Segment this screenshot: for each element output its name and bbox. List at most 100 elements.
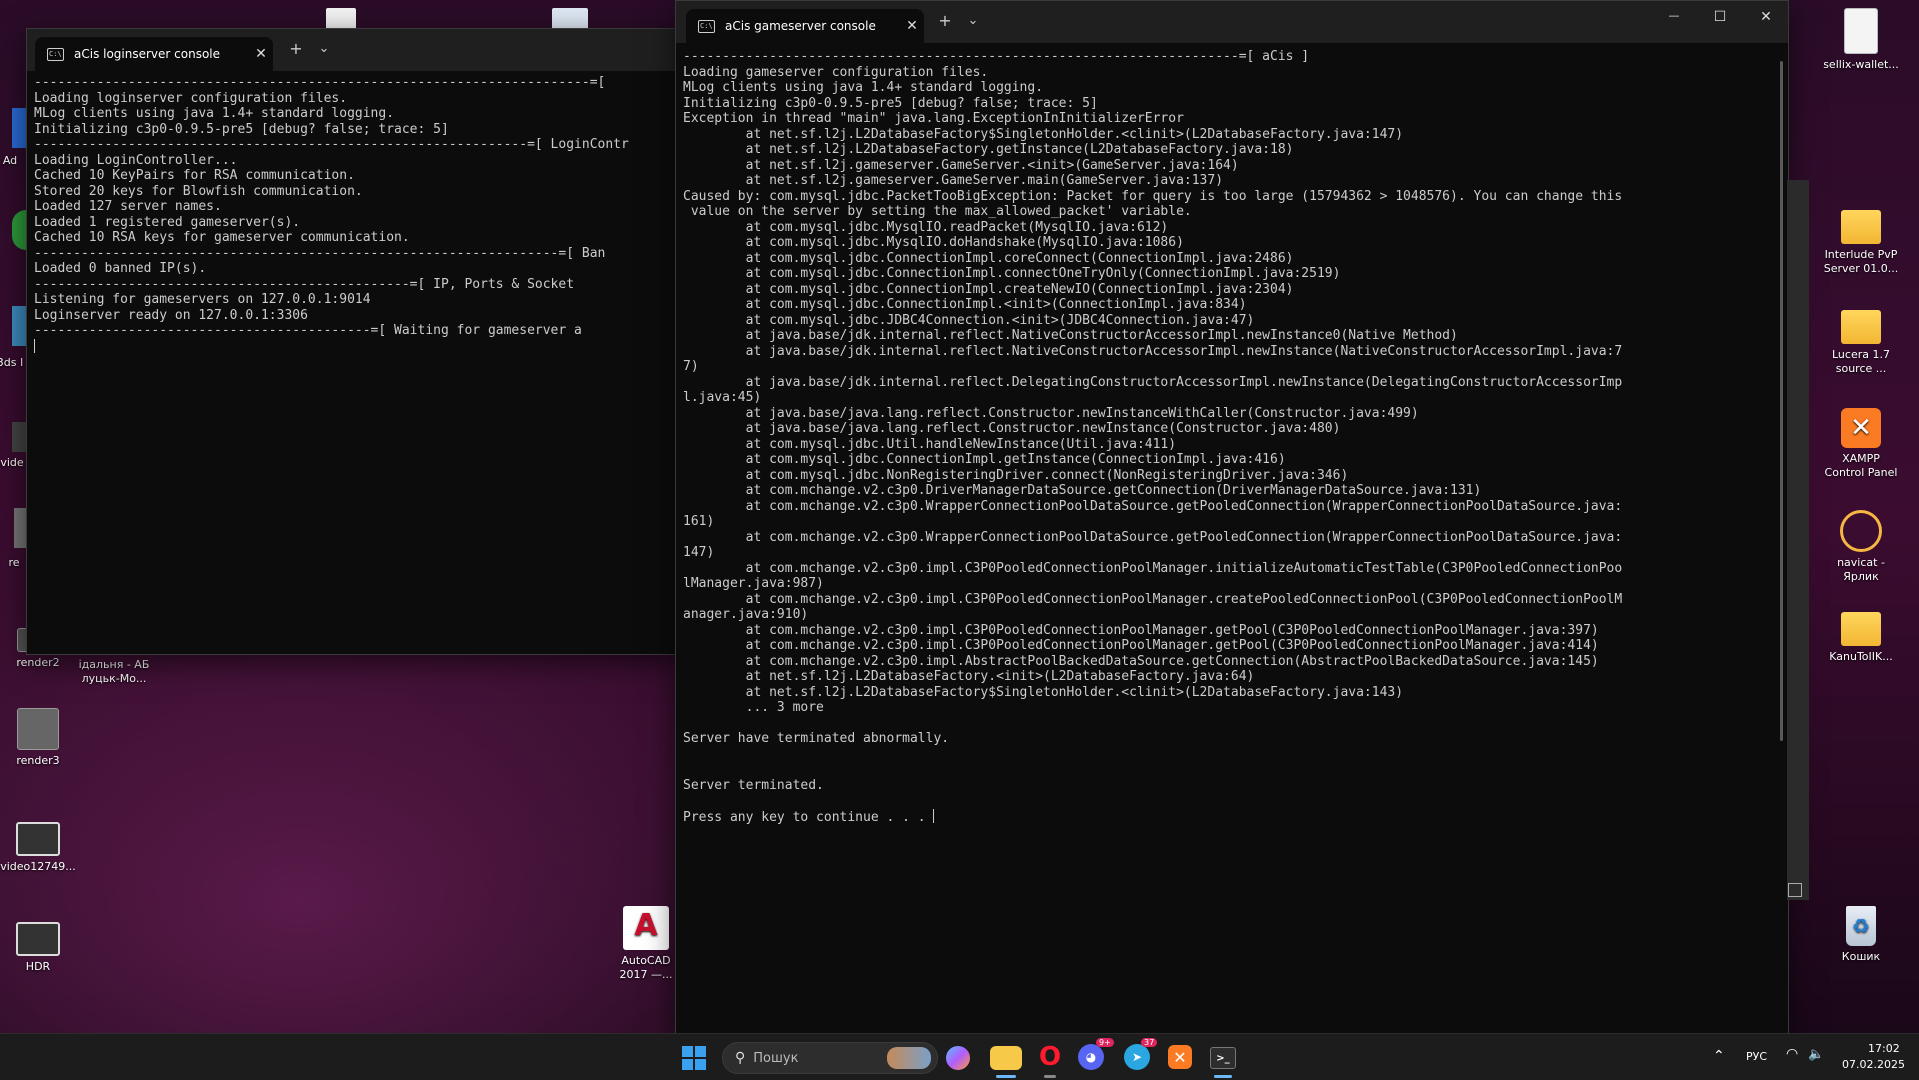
console-line: Loaded 127 server names. — [34, 199, 222, 214]
console-line: at com.mysql.jdbc.MysqlIO.readPacket(Mys… — [683, 219, 1169, 235]
xampp-icon[interactable]: ✕ — [1168, 1045, 1192, 1069]
file-explorer-icon[interactable] — [990, 1046, 1022, 1070]
console-line: MLog clients using java 1.4+ standard lo… — [683, 80, 1044, 95]
desktop-icon-navicat[interactable]: navicat - Ярлик — [1821, 510, 1901, 584]
desktop-icon-recycle-bin[interactable]: ♻ Кошик — [1821, 906, 1901, 964]
desktop-icon-label: Interlude PvP Server 01.0... — [1823, 248, 1899, 275]
tab-loginserver-console[interactable]: C:\ aCis loginserver console ✕ — [35, 37, 273, 71]
discord-icon[interactable]: ◕ — [1078, 1044, 1104, 1070]
tab-dropdown-button[interactable]: ⌄ — [313, 41, 335, 56]
console-line: ----------------------------------------… — [34, 276, 575, 292]
desktop-icon-partial[interactable] — [12, 422, 26, 452]
console-line: Caused by: com.mysql.jdbc.PacketTooBigEx… — [683, 188, 1623, 204]
close-tab-icon[interactable]: ✕ — [249, 46, 273, 62]
document-icon[interactable] — [326, 8, 356, 30]
console-line: 7) — [683, 359, 699, 374]
maximize-button[interactable]: ☐ — [1700, 9, 1740, 25]
folder-icon — [1841, 612, 1881, 646]
console-line: Initializing c3p0-0.9.5-pre5 [debug? fal… — [34, 121, 449, 137]
desktop-icon-lucera[interactable]: Lucera 1.7 source ... — [1821, 310, 1901, 376]
document-icon[interactable] — [552, 8, 588, 30]
scrollbar-thumb[interactable] — [1780, 61, 1783, 741]
gameserver-terminal-window[interactable]: C:\ aCis gameserver console ✕ + ⌄ — ☐ ✕ … — [675, 0, 1789, 1034]
desktop-icon-label: KanuToIIK... — [1829, 650, 1893, 663]
copilot-icon[interactable] — [946, 1046, 970, 1070]
wifi-icon[interactable]: ◠ — [1786, 1046, 1798, 1062]
windows-logo-icon — [695, 1046, 706, 1057]
console-line: Initializing c3p0-0.9.5-pre5 [debug? fal… — [683, 95, 1098, 111]
opera-icon[interactable]: O — [1034, 1041, 1066, 1073]
console-line: Cached 10 KeyPairs for RSA communication… — [34, 168, 355, 183]
telegram-icon[interactable]: ➤ — [1124, 1044, 1150, 1070]
console-line: Loading gameserver configuration files. — [683, 64, 989, 80]
desktop-icon-label: AutoCAD 2017 —... — [619, 954, 673, 981]
desktop-icon-interlude[interactable]: Interlude PvP Server 01.0... — [1821, 210, 1901, 276]
loginserver-terminal-window[interactable]: C:\ aCis loginserver console ✕ + ⌄ -----… — [26, 28, 678, 655]
console-line: value on the server by setting the max_a… — [683, 204, 1192, 219]
language-indicator[interactable]: РУС — [1746, 1050, 1767, 1063]
clock-date[interactable]: 07.02.2025 — [1842, 1058, 1905, 1071]
new-tab-button[interactable]: + — [934, 11, 956, 30]
video-thumbnail-icon — [16, 822, 60, 856]
desktop-icon-label: render3 — [16, 754, 60, 767]
console-line: at java.base/jdk.internal.reflect.Delega… — [683, 374, 1623, 390]
console-line: at com.mysql.jdbc.ConnectionImpl.connect… — [683, 266, 1341, 281]
terminal-output[interactable]: ----------------------------------------… — [683, 49, 1773, 1029]
volume-icon[interactable]: 🔈 — [1808, 1047, 1824, 1062]
console-line: at java.base/jdk.internal.reflect.Native… — [683, 328, 1458, 343]
desktop-icon-kanutoiik[interactable]: KanuToIIK... — [1821, 612, 1901, 664]
autocad-icon: A — [623, 906, 669, 950]
tab-gameserver-console[interactable]: C:\ aCis gameserver console ✕ — [686, 9, 924, 43]
console-line: Listening for gameservers on 127.0.0.1:9… — [34, 292, 371, 307]
desktop-icon-render3[interactable]: render3 — [0, 708, 78, 768]
background-window-control[interactable] — [1788, 883, 1802, 897]
recycle-bin-icon: ♻ — [1846, 906, 1876, 946]
desktop-icon-partial[interactable] — [12, 306, 26, 346]
terminal-output[interactable]: ----------------------------------------… — [34, 75, 674, 649]
console-line: Loaded 0 banned IP(s). — [34, 261, 207, 276]
notification-badge: 37 — [1141, 1038, 1158, 1047]
console-line: Server terminated. — [683, 777, 824, 793]
chevron-up-icon[interactable]: ⌃ — [1713, 1048, 1725, 1064]
active-app-indicator — [996, 1075, 1016, 1078]
close-tab-icon[interactable]: ✕ — [900, 18, 924, 34]
start-button[interactable] — [682, 1046, 706, 1070]
console-line: Stored 20 keys for Blowfish communicatio… — [34, 183, 363, 199]
desktop-icon-partial[interactable] — [14, 508, 26, 548]
desktop-icon-video[interactable]: video12749... — [0, 822, 78, 874]
active-app-indicator — [1214, 1075, 1232, 1078]
console-line: ----------------------------------------… — [34, 245, 606, 261]
desktop-icon-hdr[interactable]: HDR — [0, 922, 78, 974]
desktop-icon-label: XAMPP Control Panel — [1824, 452, 1898, 479]
console-line: at com.mchange.v2.c3p0.impl.C3P0PooledCo… — [683, 591, 1623, 607]
desktop-icon-partial[interactable] — [12, 210, 26, 250]
console-line: at net.sf.l2j.L2DatabaseFactory$Singleto… — [683, 126, 1404, 142]
desktop-icon-partial[interactable] — [12, 108, 26, 148]
console-line: at com.mchange.v2.c3p0.DriverManagerData… — [683, 483, 1482, 498]
new-tab-button[interactable]: + — [285, 39, 307, 58]
desktop-icon-xampp[interactable]: ✕ XAMPP Control Panel — [1821, 408, 1901, 480]
close-window-button[interactable]: ✕ — [1746, 9, 1786, 25]
console-line: lManager.java:987) — [683, 576, 824, 591]
console-line: at com.mchange.v2.c3p0.impl.C3P0PooledCo… — [683, 560, 1623, 576]
minimize-button[interactable]: — — [1654, 9, 1694, 22]
tab-dropdown-button[interactable]: ⌄ — [962, 13, 984, 28]
background-window-edge — [1787, 180, 1809, 900]
search-placeholder: Пошук — [753, 1050, 799, 1066]
console-line: ... 3 more — [683, 700, 824, 715]
folder-icon — [1841, 210, 1881, 244]
search-input[interactable]: ⚲ Пошук — [722, 1042, 938, 1074]
console-line: Loaded 1 registered gameserver(s). — [34, 214, 301, 230]
desktop-icon-sellix-wallet[interactable]: sellix-wallet... — [1821, 8, 1901, 72]
desktop-icon-label: Кошик — [1841, 950, 1881, 963]
desktop-icon-autocad[interactable]: A AutoCAD 2017 —... — [606, 906, 686, 982]
console-line: at net.sf.l2j.gameserver.GameServer.main… — [683, 173, 1224, 188]
desktop-icon-document[interactable]: ідальня - АБ луцьк-Мо... — [74, 658, 154, 686]
terminal-icon[interactable]: >_ — [1210, 1047, 1236, 1069]
taskbar: ⚲ Пошук O ◕ 9+ ➤ 37 ✕ >_ ⌃ РУС ◠ 🔈 17:02… — [0, 1033, 1919, 1080]
desktop-icon-label: sellix-wallet... — [1823, 58, 1899, 71]
clock-time[interactable]: 17:02 — [1868, 1042, 1900, 1055]
video-thumbnail-icon — [16, 922, 60, 956]
console-line: 161) — [683, 514, 715, 529]
